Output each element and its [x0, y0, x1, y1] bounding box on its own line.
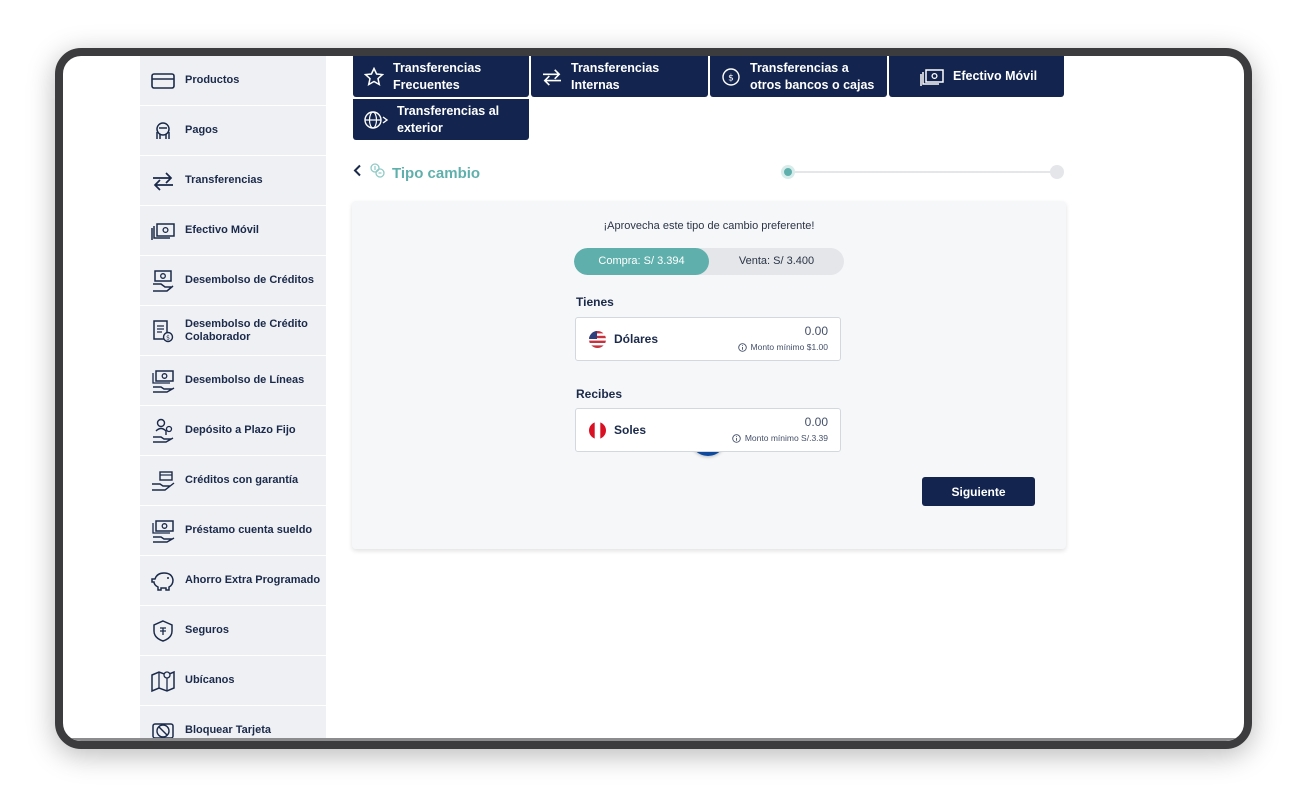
from-currency: Dólares — [614, 332, 659, 346]
info-icon — [732, 433, 741, 443]
tab-label: Transferencias Internas — [571, 60, 660, 92]
sidebar-item-label: Transferencias — [185, 174, 263, 186]
from-amount-value: 0.00 — [804, 324, 828, 338]
promo-text: ¡Aprovecha este tipo de cambio preferent… — [603, 220, 815, 232]
tab-label: Transferencias al exterior — [397, 103, 500, 135]
step-progress — [788, 171, 1058, 173]
back-button[interactable] — [350, 163, 364, 183]
to-amount-field[interactable]: Soles 0.00 Monto mínimo S/.3.39 — [575, 408, 841, 452]
card-icon — [150, 68, 176, 94]
sidebar-item-label: Depósito a Plazo Fijo — [185, 424, 296, 436]
sidebar-item-label: Efectivo Móvil — [185, 224, 259, 236]
sidebar-item-ubicanos[interactable]: Ubícanos — [140, 656, 326, 706]
transfer-arrows-icon — [150, 168, 176, 194]
coins-exchange-icon — [369, 162, 386, 184]
tab-label: Transferencias Frecuentes — [393, 60, 482, 92]
sidebar-item-label: Préstamo cuenta sueldo — [185, 524, 313, 536]
tab-transferencias-frecuentes[interactable]: Transferencias Frecuentes — [353, 56, 529, 97]
sidebar-item-creditos-garantia[interactable]: Créditos con garantía — [140, 456, 326, 506]
tab-transferencias-internas[interactable]: Transferencias Internas — [531, 56, 708, 97]
svg-text:$: $ — [728, 73, 734, 83]
step-indicator-next — [1050, 165, 1064, 179]
sidebar-item-prestamo-sueldo[interactable]: Préstamo cuenta sueldo — [140, 506, 326, 556]
sidebar-item-efectivo-movil[interactable]: Efectivo Móvil — [140, 206, 326, 256]
lines-disbursement-icon — [150, 368, 176, 394]
sidebar-item-pagos[interactable]: Pagos — [140, 106, 326, 156]
document-coin-icon: $ — [150, 318, 176, 344]
info-icon — [737, 342, 747, 352]
sidebar-item-label: Pagos — [185, 124, 219, 136]
cash-stack-icon — [919, 66, 945, 88]
globe-icon — [363, 109, 389, 131]
buy-rate-option[interactable]: Compra: S/ 3.394 — [574, 248, 709, 275]
receive-label: Recibes — [576, 387, 623, 401]
sidebar-item-label: Desembolso de Créditos — [185, 274, 314, 286]
credit-disbursement-icon — [150, 268, 176, 294]
cash-stack-icon — [150, 218, 176, 244]
device-frame: Productos Pagos Transferencias Efectivo … — [55, 48, 1252, 749]
next-button[interactable]: Siguiente — [922, 477, 1035, 506]
svg-text:$: $ — [166, 334, 170, 341]
rate-toggle: Compra: S/ 3.394 Venta: S/ 3.400 — [574, 248, 844, 275]
to-minimum-text: Monto mínimo S/.3.39 — [744, 433, 828, 443]
guarantee-hand-icon — [150, 468, 176, 494]
piggy-bank-icon — [150, 568, 176, 594]
have-label: Tienes — [576, 295, 614, 309]
sidebar-item-bloquear-tarjeta[interactable]: Bloquear Tarjeta — [140, 706, 326, 742]
chevron-left-icon — [353, 164, 362, 182]
peru-flag-icon — [589, 422, 606, 439]
to-minimum: Monto mínimo S/.3.39 — [732, 433, 828, 443]
sidebar-item-ahorro-extra[interactable]: Ahorro Extra Programado — [140, 556, 326, 606]
sell-rate-option[interactable]: Venta: S/ 3.400 — [709, 248, 844, 275]
sidebar-item-productos[interactable]: Productos — [140, 56, 326, 106]
map-pin-icon — [150, 668, 176, 694]
sidebar-item-seguros[interactable]: Seguros — [140, 606, 326, 656]
from-amount-field[interactable]: Dólares 0.00 Monto mínimo $1.00 — [575, 317, 841, 361]
sidebar-item-desembolso-creditos[interactable]: Desembolso de Créditos — [140, 256, 326, 306]
transfer-arrows-icon — [541, 66, 563, 88]
sidebar-item-label: Ubícanos — [185, 674, 235, 686]
sidebar: Productos Pagos Transferencias Efectivo … — [140, 56, 326, 742]
sidebar-item-deposito-plazo-fijo[interactable]: Depósito a Plazo Fijo — [140, 406, 326, 456]
tab-label: Transferencias a otros bancos o cajas — [750, 60, 875, 92]
from-minimum: Monto mínimo $1.00 — [737, 342, 828, 352]
sidebar-item-label: Créditos con garantía — [185, 474, 299, 486]
from-minimum-text: Monto mínimo $1.00 — [750, 342, 828, 352]
shield-icon — [150, 618, 176, 644]
us-flag-icon — [589, 331, 606, 348]
exchange-card: ¡Aprovecha este tipo de cambio preferent… — [352, 201, 1066, 549]
block-card-icon — [150, 718, 176, 742]
tab-efectivo-movil[interactable]: Efectivo Móvil — [889, 56, 1064, 97]
tab-transferencias-exterior[interactable]: Transferencias al exterior — [353, 99, 529, 140]
tab-transferencias-otros-bancos[interactable]: $ Transferencias a otros bancos o cajas — [710, 56, 887, 97]
to-currency: Soles — [614, 423, 647, 437]
sidebar-item-label: Productos — [185, 74, 240, 86]
sidebar-item-desembolso-lineas[interactable]: Desembolso de Líneas — [140, 356, 326, 406]
page-title: Tipo cambio — [392, 164, 481, 182]
star-icon — [363, 66, 385, 88]
exchange-circle-icon: $ — [720, 66, 742, 88]
sidebar-item-label: Desembolso de Líneas — [185, 374, 305, 386]
sidebar-item-label: Seguros — [185, 624, 230, 636]
tab-label: Efectivo Móvil — [953, 69, 1038, 83]
sidebar-item-label: Ahorro Extra Programado — [185, 574, 321, 586]
fixed-deposit-icon — [150, 418, 176, 444]
to-amount-value: 0.00 — [804, 415, 828, 429]
sidebar-item-transferencias[interactable]: Transferencias — [140, 156, 326, 206]
page-title-row: Tipo cambio — [369, 162, 480, 184]
salary-loan-icon — [150, 518, 176, 544]
sidebar-item-desembolso-colaborador[interactable]: $ Desembolso de Crédito Colaborador — [140, 306, 326, 356]
sidebar-item-label: Desembolso de Crédito Colaborador — [185, 317, 308, 343]
sidebar-item-label: Bloquear Tarjeta — [185, 724, 271, 736]
step-indicator-current — [781, 165, 795, 179]
payment-hand-icon — [150, 118, 176, 144]
